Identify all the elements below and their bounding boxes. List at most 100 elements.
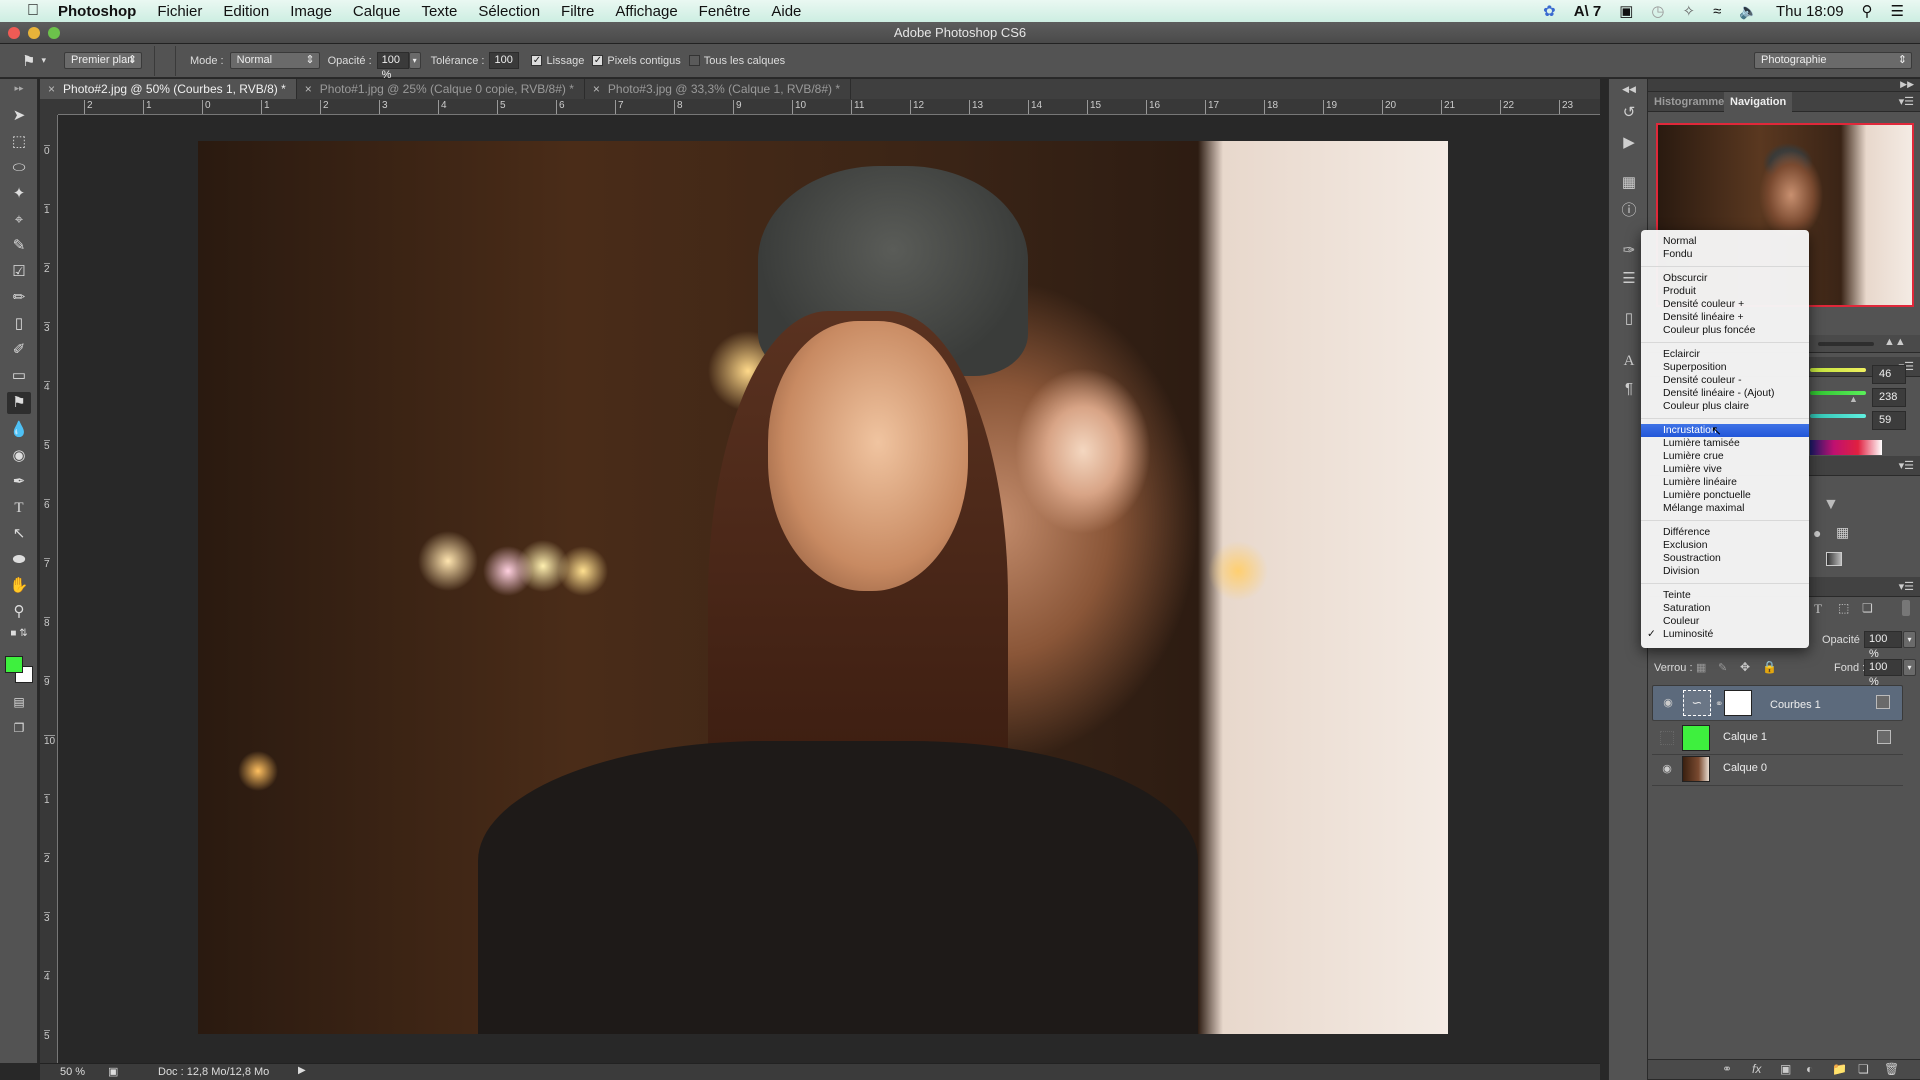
tab-photo1[interactable]: × Photo#1.jpg @ 25% (Calque 0 copie, RVB/… (297, 79, 585, 99)
zoom-in-mountains-icon[interactable]: ▲▲ (1884, 336, 1906, 348)
lock-position-icon[interactable]: ✥ (1740, 660, 1750, 674)
blend-mode-item[interactable]: Couleur plus claire (1641, 400, 1809, 413)
foreground-color-swatch[interactable] (5, 656, 23, 673)
blend-mode-item[interactable]: Couleur plus foncée (1641, 324, 1809, 337)
tab-photo3[interactable]: × Photo#3.jpg @ 33,3% (Calque 1, RVB/8#) … (585, 79, 852, 99)
tab-histogramme[interactable]: Histogramme (1648, 92, 1730, 112)
menu-texte[interactable]: Texte (421, 3, 457, 20)
filter-shape-layers-icon[interactable]: ⬚ (1838, 601, 1849, 615)
blend-mode-item[interactable]: Obscurcir (1641, 272, 1809, 285)
actions-panel-icon[interactable]: ▶ (1619, 133, 1639, 153)
clock[interactable]: Thu 18:09 (1776, 3, 1844, 20)
notification-center-icon[interactable]: ☰ (1891, 2, 1904, 20)
eraser-tool-icon[interactable]: ▭ (7, 365, 31, 387)
blend-mode-item[interactable]: Densité linéaire + (1641, 311, 1809, 324)
delete-layer-icon[interactable]: 🗑 (1884, 1062, 1899, 1076)
spotlight-search-icon[interactable]: ⚲ (1862, 2, 1873, 20)
path-selection-tool-icon[interactable]: ↖ (7, 523, 31, 545)
layer-row-calque-1[interactable]: Calque 1 (1652, 721, 1903, 755)
close-tab-icon[interactable]: × (305, 82, 312, 96)
menu-filtre[interactable]: Filtre (561, 3, 594, 20)
blend-mode-item[interactable]: Lumière crue (1641, 450, 1809, 463)
visibility-eye-icon[interactable]: ◉ (1661, 696, 1675, 710)
tolerance-field[interactable]: 100 (489, 52, 520, 69)
magic-wand-tool-icon[interactable]: ✦ (7, 183, 31, 205)
menu-image[interactable]: Image (290, 3, 332, 20)
blend-mode-item[interactable]: Densité linéaire - (Ajout) (1641, 387, 1809, 400)
new-layer-icon[interactable]: ❏ (1858, 1062, 1869, 1076)
color-spectrum-ramp[interactable] (1810, 440, 1882, 455)
history-brush-tool-icon[interactable]: ✐ (7, 339, 31, 361)
lock-all-icon[interactable]: 🔒 (1762, 660, 1777, 674)
contiguous-checkbox[interactable]: ✓ Pixels contigus (592, 55, 681, 67)
layer-fx-icon[interactable]: fx (1752, 1062, 1761, 1076)
blend-mode-item[interactable]: Lumière linéaire (1641, 476, 1809, 489)
ruler-origin[interactable] (40, 99, 58, 115)
blend-mode-item[interactable]: Lumière ponctuelle (1641, 489, 1809, 502)
screen-mode-icon[interactable]: ❐ (7, 717, 31, 739)
blend-mode-item[interactable]: Division (1641, 565, 1809, 578)
fill-source-select[interactable]: Premier plan ⇕ (63, 52, 142, 69)
fill-slider-button[interactable]: ▾ (1903, 659, 1916, 676)
pattern-picker[interactable] (153, 45, 176, 76)
history-panel-icon[interactable]: ↺ (1619, 103, 1639, 123)
clone-source-panel-icon[interactable]: ▯ (1619, 309, 1639, 329)
expand-panels-icon[interactable]: ▶▶ (1900, 79, 1914, 90)
dodge-tool-icon[interactable]: ◉ (7, 445, 31, 467)
document-image[interactable] (198, 141, 1448, 1034)
opacity-slider-button[interactable]: ▾ (408, 52, 421, 69)
character-panel-icon[interactable]: A (1619, 351, 1639, 371)
red-value-field[interactable]: 46 (1872, 365, 1906, 384)
filter-smart-objects-icon[interactable]: ❏ (1862, 601, 1873, 615)
menu-app[interactable]: Photoshop (58, 3, 136, 20)
blend-mode-item[interactable]: Eclaircir (1641, 348, 1809, 361)
zoom-tool-icon[interactable]: ⚲ (7, 601, 31, 623)
blend-mode-item[interactable]: Couleur (1641, 615, 1809, 628)
blend-mode-item[interactable]: Saturation (1641, 602, 1809, 615)
menu-selection[interactable]: Sélection (478, 3, 540, 20)
blend-mode-item[interactable]: Exclusion (1641, 539, 1809, 552)
blend-mode-item[interactable]: Densité couleur - (1641, 374, 1809, 387)
layer-opacity-slider-button[interactable]: ▾ (1903, 631, 1916, 648)
green-value-field[interactable]: 238 (1872, 388, 1906, 407)
new-adjustment-layer-icon[interactable]: ◐ (1806, 1062, 1813, 1076)
blend-mode-item[interactable]: Mélange maximal (1641, 502, 1809, 515)
apple-menu-icon[interactable]:  (22, 2, 44, 20)
paragraph-panel-icon[interactable]: ¶ (1619, 379, 1639, 399)
color-lookup-icon[interactable]: ▦ (1836, 524, 1849, 541)
red-slider[interactable] (1810, 368, 1866, 372)
collapse-dock-icon[interactable]: ◀◀ (1619, 79, 1639, 99)
blend-mode-item[interactable]: Fondu (1641, 248, 1809, 261)
menu-fichier[interactable]: Fichier (157, 3, 202, 20)
blend-mode-item[interactable]: Incrustation ↖ (1641, 424, 1809, 437)
zoom-window-button[interactable] (48, 27, 60, 39)
export-status-icon[interactable]: ▣ (108, 1065, 118, 1078)
crop-tool-icon[interactable]: ⌖ (7, 209, 31, 231)
blend-mode-item[interactable]: Différence (1641, 526, 1809, 539)
clone-stamp-tool-icon[interactable]: ▯ (7, 313, 31, 335)
hand-tool-icon[interactable]: ✋ (7, 575, 31, 597)
add-mask-icon[interactable]: ▣ (1780, 1062, 1791, 1076)
volume-icon[interactable]: 🔈 (1739, 2, 1758, 20)
pen-tool-icon[interactable]: ✒ (7, 471, 31, 493)
fill-field[interactable]: 100 % (1864, 659, 1902, 688)
horizontal-ruler[interactable]: 2 1 0 1 2 3 4 5 6 7 8 9 10 11 12 13 14 15 16 17 18 19 20 21 22 23 (58, 99, 1600, 115)
zoom-level[interactable]: 50 % (60, 1066, 85, 1078)
paint-bucket-tool-icon[interactable]: ⚑ (7, 392, 31, 414)
mask-link-icon[interactable]: ⚭ (1715, 697, 1723, 712)
close-window-button[interactable] (8, 27, 20, 39)
brush-presets-panel-icon[interactable]: ☰ (1619, 269, 1639, 289)
tab-photo2[interactable]: × Photo#2.jpg @ 50% (Courbes 1, RVB/8) * (40, 79, 297, 99)
menu-calque[interactable]: Calque (353, 3, 401, 20)
gradient-fill-icon[interactable] (1826, 552, 1842, 566)
blend-mode-item[interactable]: Lumière vive (1641, 463, 1809, 476)
navigator-zoom-slider[interactable] (1818, 342, 1874, 346)
move-tool-icon[interactable]: ➤ (7, 105, 31, 127)
link-layers-icon[interactable]: ⚭ (1722, 1062, 1732, 1076)
layer-opacity-field[interactable]: 100 % (1864, 631, 1902, 660)
close-tab-icon[interactable]: × (48, 82, 55, 96)
menu-fenetre[interactable]: Fenêtre (699, 3, 751, 20)
tab-navigation[interactable]: Navigation (1724, 92, 1793, 112)
minimize-window-button[interactable] (28, 27, 40, 39)
bluetooth-icon[interactable]: ✧ (1682, 2, 1695, 20)
